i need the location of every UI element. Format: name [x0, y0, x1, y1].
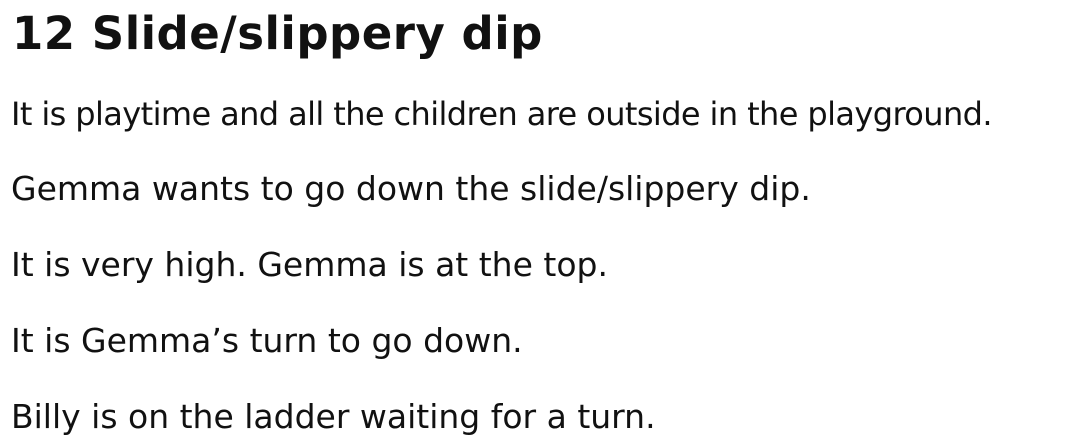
- worksheet-page: 12 Slide/slippery dip It is playtime and…: [0, 0, 1086, 443]
- story-line-2: Gemma wants to go down the slide/slipper…: [11, 169, 811, 208]
- story-line-5: Billy is on the ladder waiting for a tur…: [11, 397, 656, 436]
- story-line-1: It is playtime and all the children are …: [11, 95, 993, 133]
- page-title: 12 Slide/slippery dip: [12, 7, 543, 60]
- story-line-4: It is Gemma’s turn to go down.: [11, 321, 523, 360]
- story-line-3: It is very high. Gemma is at the top.: [11, 245, 608, 284]
